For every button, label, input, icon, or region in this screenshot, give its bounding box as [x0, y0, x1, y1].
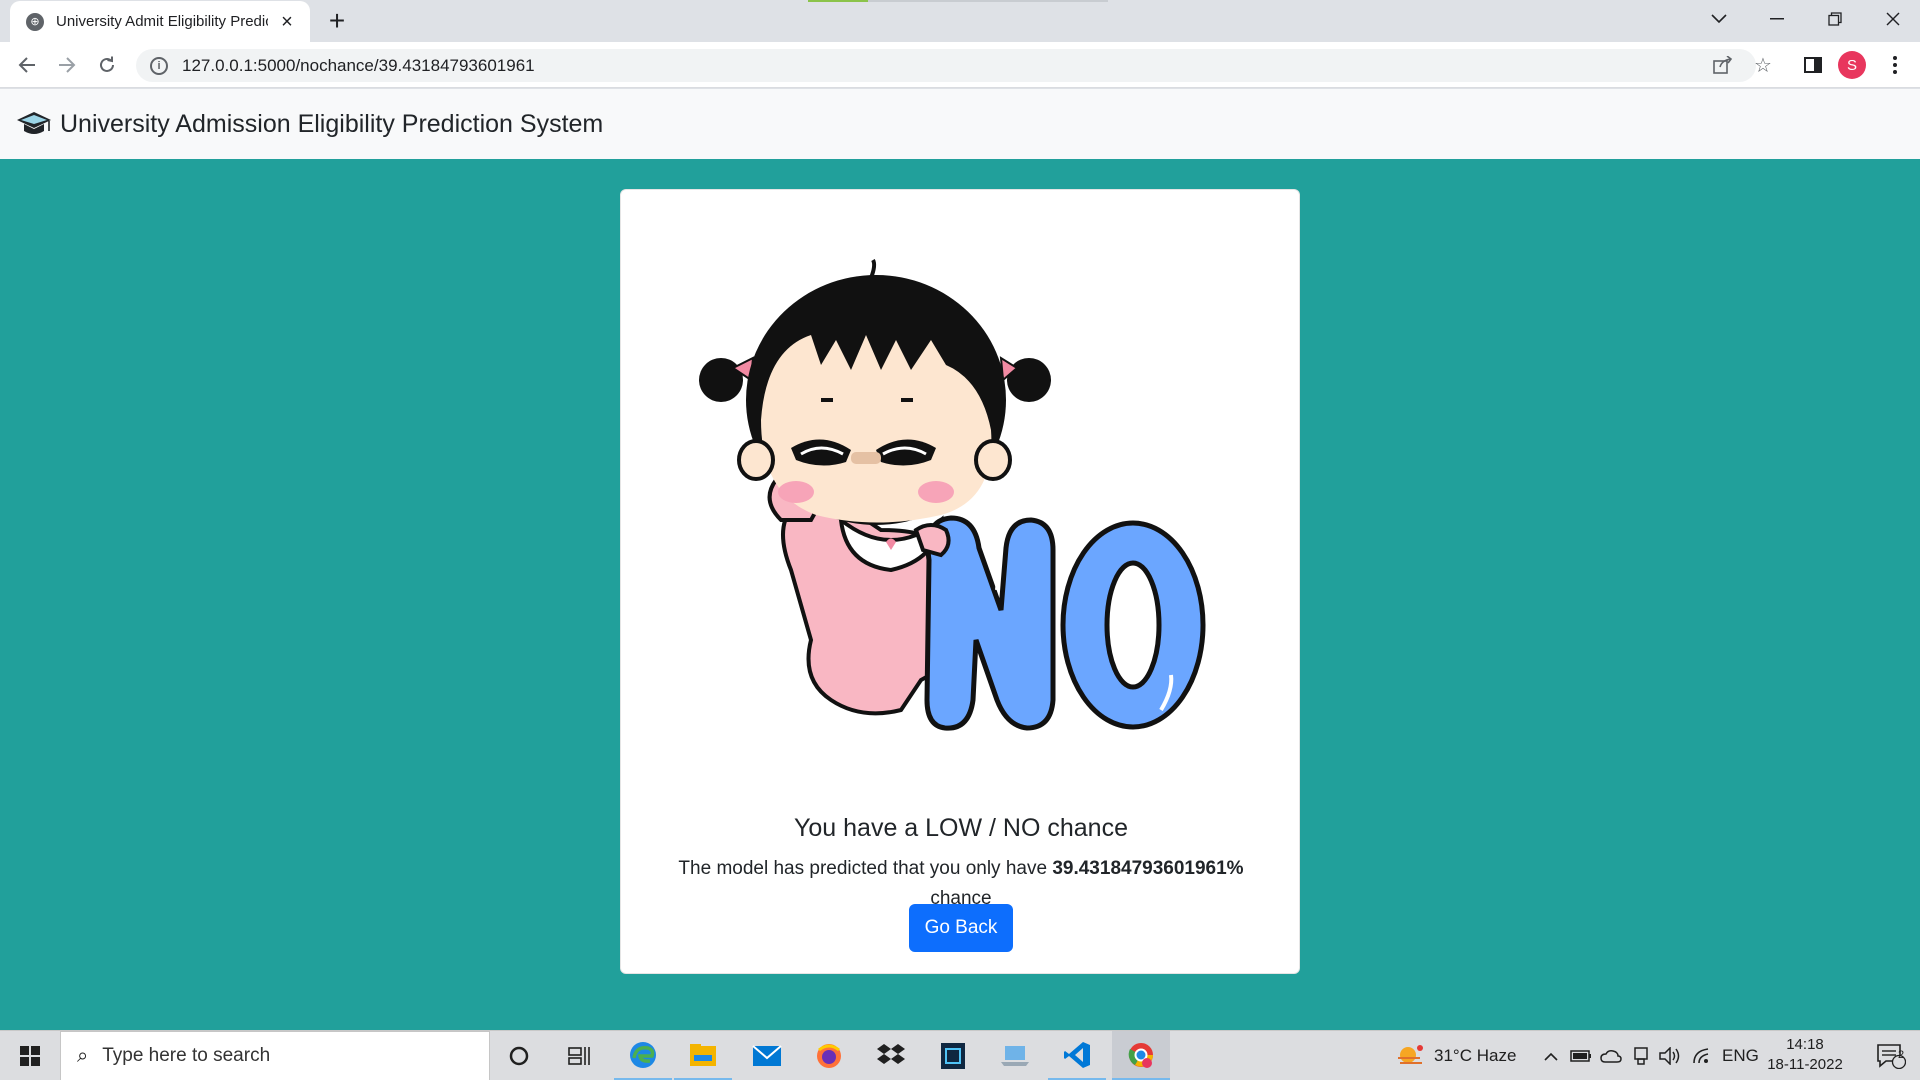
search-placeholder: Type here to search [102, 1045, 271, 1066]
chrome-icon[interactable] [1112, 1031, 1170, 1080]
weather-text[interactable]: 31°C Haze [1434, 1031, 1516, 1080]
start-button[interactable] [0, 1031, 60, 1080]
edge-browser-icon[interactable] [614, 1031, 672, 1080]
result-text-before: The model has predicted that you only ha… [678, 858, 1053, 879]
result-percentage: 39.43184793601961% [1052, 858, 1244, 879]
back-button[interactable] [12, 50, 42, 80]
clock-date: 18-11-2022 [1767, 1056, 1843, 1073]
browser-tab-strip: ⊕ University Admit Eligibility Predic × … [0, 0, 1920, 42]
tab-search-icon[interactable] [1690, 0, 1748, 38]
onedrive-icon[interactable] [1598, 1031, 1624, 1080]
profile-avatar[interactable]: S [1838, 51, 1866, 79]
volume-icon[interactable] [1656, 1031, 1684, 1080]
search-icon: ⌕ [77, 1044, 89, 1067]
site-navbar: University Admission Eligibility Predict… [0, 89, 1920, 159]
browser-menu-icon[interactable] [1880, 50, 1910, 80]
url-text: 127.0.0.1:5000/nochance/39.4318479360196… [182, 55, 535, 75]
battery-icon[interactable] [1568, 1031, 1594, 1080]
device-icon[interactable] [1628, 1031, 1654, 1080]
file-explorer-icon[interactable] [674, 1031, 732, 1080]
taskbar-search[interactable]: ⌕ Type here to search [60, 1031, 490, 1080]
no-chance-illustration [699, 258, 1206, 731]
clock-time: 14:18 [1786, 1036, 1824, 1053]
close-window-button[interactable] [1864, 0, 1920, 38]
page-content: You have a LOW / NO chance The model has… [0, 159, 1920, 1030]
browser-toolbar: i 127.0.0.1:5000/nochance/39.43184793601… [0, 42, 1920, 88]
vscode-icon[interactable] [1048, 1031, 1106, 1080]
tab-strip-accent [808, 0, 868, 2]
mail-icon[interactable] [738, 1031, 796, 1080]
browser-tab-active[interactable]: ⊕ University Admit Eligibility Predic × [10, 1, 310, 42]
share-icon[interactable] [1708, 50, 1738, 80]
weather-icon[interactable] [1394, 1031, 1426, 1080]
close-icon[interactable]: × [276, 11, 298, 33]
forward-button[interactable] [52, 50, 82, 80]
dropbox-icon[interactable] [862, 1031, 920, 1080]
dark-app-icon[interactable] [924, 1031, 982, 1080]
new-tab-button[interactable]: + [322, 7, 352, 37]
result-title: You have a LOW / NO chance [794, 814, 1128, 842]
language-indicator[interactable]: ENG [1722, 1031, 1759, 1080]
chevron-up-icon[interactable] [1540, 1031, 1562, 1080]
notification-count: 2 [1897, 1049, 1905, 1061]
tab-strip-accent-secondary [868, 0, 1108, 2]
clock[interactable]: 14:18 18-11-2022 [1760, 1035, 1850, 1075]
reload-button[interactable] [92, 50, 122, 80]
graduation-cap-icon [17, 112, 51, 134]
windows-logo-icon [20, 1046, 40, 1066]
minimize-button[interactable] [1748, 0, 1806, 38]
go-back-button[interactable]: Go Back [909, 904, 1013, 952]
site-brand-title[interactable]: University Admission Eligibility Predict… [60, 110, 603, 139]
cortana-icon[interactable] [490, 1031, 548, 1080]
side-panel-icon[interactable] [1798, 50, 1828, 80]
bookmark-star-icon[interactable]: ☆ [1748, 50, 1778, 80]
firefox-icon[interactable] [800, 1031, 858, 1080]
site-info-icon[interactable]: i [150, 56, 168, 75]
notification-center-icon[interactable]: 2 [1866, 1031, 1916, 1080]
windows-taskbar: ⌕ Type here to search 31°C Haze ENG 14:1… [0, 1030, 1920, 1080]
address-bar[interactable]: i 127.0.0.1:5000/nochance/39.43184793601… [136, 49, 1756, 82]
task-view-icon[interactable] [550, 1031, 608, 1080]
tab-title: University Admit Eligibility Predic [56, 13, 268, 30]
wifi-icon[interactable] [1688, 1031, 1716, 1080]
result-card: You have a LOW / NO chance The model has… [620, 189, 1300, 974]
globe-icon: ⊕ [26, 12, 44, 31]
restore-button[interactable] [1806, 0, 1864, 38]
laptop-app-icon[interactable] [986, 1031, 1044, 1080]
